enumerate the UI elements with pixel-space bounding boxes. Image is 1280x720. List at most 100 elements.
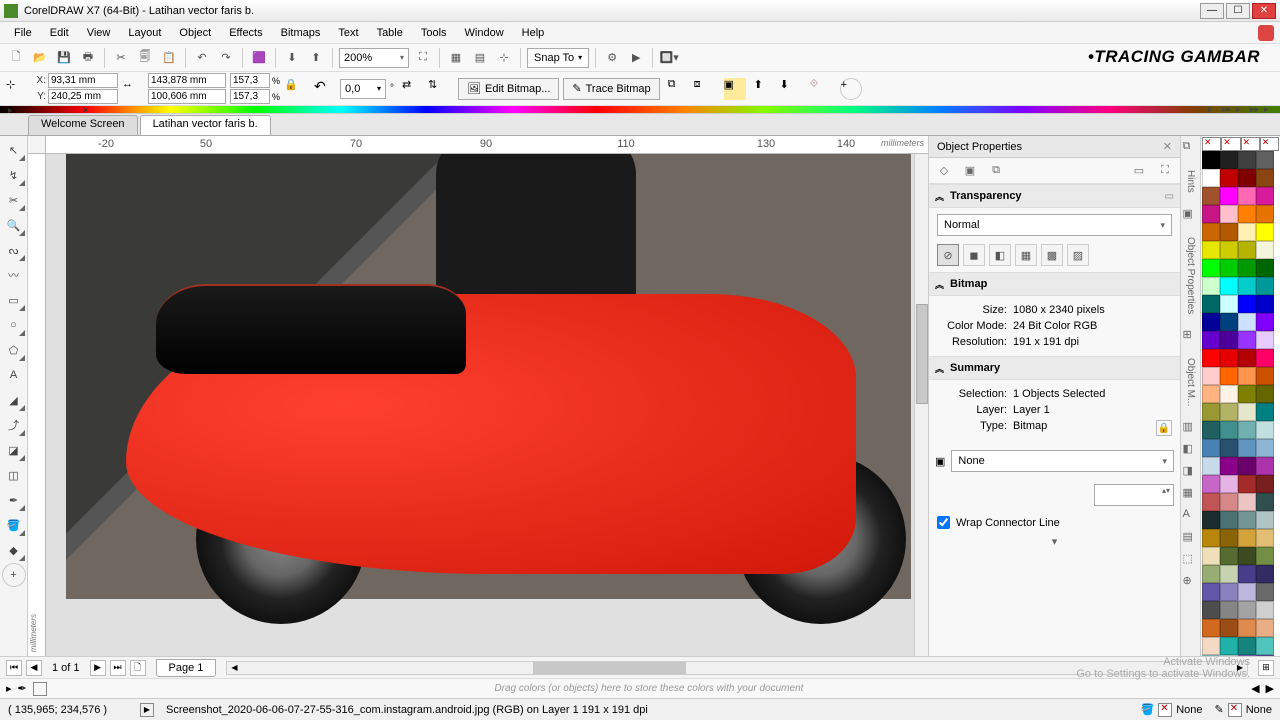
add-icon[interactable]: + bbox=[840, 78, 862, 100]
color-swatch[interactable] bbox=[1220, 295, 1238, 313]
lock-ratio-icon[interactable]: 🔒 bbox=[284, 78, 306, 100]
color-swatch[interactable] bbox=[1220, 313, 1238, 331]
color-swatch[interactable] bbox=[1256, 547, 1274, 565]
no-color-swatch[interactable] bbox=[33, 682, 47, 696]
color-swatch[interactable] bbox=[1256, 205, 1274, 223]
width-input[interactable] bbox=[148, 73, 226, 88]
color-swatch[interactable] bbox=[1202, 529, 1220, 547]
ellipse-tool-icon[interactable]: ○ bbox=[2, 313, 26, 337]
color-swatch[interactable] bbox=[1256, 259, 1274, 277]
color-swatch[interactable] bbox=[1202, 349, 1220, 367]
resample-icon[interactable]: ⧈ bbox=[694, 78, 716, 100]
first-page-icon[interactable]: ⏮ bbox=[6, 660, 22, 676]
color-swatch[interactable] bbox=[1220, 331, 1238, 349]
bitmap-image[interactable] bbox=[66, 154, 911, 599]
color-swatch[interactable] bbox=[1238, 457, 1256, 475]
color-swatch[interactable] bbox=[1220, 421, 1238, 439]
color-swatch[interactable] bbox=[1220, 565, 1238, 583]
color-swatch[interactable] bbox=[1220, 385, 1238, 403]
prev-page-icon[interactable]: ◀ bbox=[26, 660, 42, 676]
panel-opts-icon[interactable]: ▭ bbox=[1130, 162, 1148, 180]
menu-text[interactable]: Text bbox=[330, 25, 366, 41]
color-swatch[interactable] bbox=[1238, 205, 1256, 223]
drop-shadow-icon[interactable]: ◪ bbox=[2, 438, 26, 462]
pattern-transparency-icon[interactable]: ▦ bbox=[1015, 244, 1037, 266]
color-swatch[interactable] bbox=[1256, 169, 1274, 187]
color-swatch[interactable] bbox=[1238, 601, 1256, 619]
expand-panel-icon[interactable]: ▾ bbox=[929, 533, 1180, 550]
no-transparency-icon[interactable]: ⊘ bbox=[937, 244, 959, 266]
color-swatch[interactable] bbox=[1202, 241, 1220, 259]
page-tab[interactable]: Page 1 bbox=[156, 659, 217, 677]
color-swatch[interactable] bbox=[1256, 583, 1274, 601]
color-swatch[interactable] bbox=[1220, 439, 1238, 457]
color-swatch[interactable] bbox=[1202, 547, 1220, 565]
wrap-connector-checkbox[interactable] bbox=[937, 516, 950, 529]
fullscreen-icon[interactable]: ⛶ bbox=[413, 48, 433, 68]
color-swatch[interactable] bbox=[1256, 421, 1274, 439]
color-swatch[interactable] bbox=[1256, 367, 1274, 385]
section-menu-icon[interactable]: ▭ bbox=[1165, 191, 1174, 202]
menu-bitmaps[interactable]: Bitmaps bbox=[273, 25, 329, 41]
color-swatch[interactable] bbox=[1202, 457, 1220, 475]
height-input[interactable] bbox=[148, 89, 226, 104]
texture-transparency-icon[interactable]: ▨ bbox=[1067, 244, 1089, 266]
order-front-icon[interactable]: ⬆ bbox=[754, 78, 776, 100]
color-swatch[interactable] bbox=[1238, 349, 1256, 367]
color-swatch[interactable] bbox=[1238, 475, 1256, 493]
color-swatch[interactable] bbox=[1220, 601, 1238, 619]
color-swatch[interactable] bbox=[1256, 313, 1274, 331]
color-swatch[interactable] bbox=[1202, 619, 1220, 637]
color-swatch[interactable] bbox=[1202, 367, 1220, 385]
collapse-icon[interactable]: ︽ bbox=[935, 190, 944, 203]
palette-nav-left-icon[interactable]: ▸ bbox=[8, 105, 18, 115]
color-swatch[interactable] bbox=[1202, 277, 1220, 295]
canvas[interactable] bbox=[46, 154, 928, 656]
color-swatch[interactable] bbox=[1256, 331, 1274, 349]
interactive-fill-icon[interactable]: 🪣 bbox=[2, 513, 26, 537]
color-swatch[interactable] bbox=[1238, 187, 1256, 205]
copy-icon[interactable]: 🗐 bbox=[135, 48, 155, 68]
zoom-tool-icon[interactable]: 🔍 bbox=[2, 213, 26, 237]
docker-icon[interactable]: ▣ bbox=[1183, 207, 1199, 223]
color-swatch[interactable] bbox=[1238, 637, 1256, 655]
color-swatch[interactable] bbox=[1256, 601, 1274, 619]
scrollbar-thumb[interactable] bbox=[533, 662, 686, 674]
smart-fill-icon[interactable]: ◆ bbox=[2, 538, 26, 562]
color-swatch[interactable] bbox=[1220, 187, 1238, 205]
color-swatch[interactable] bbox=[1238, 367, 1256, 385]
color-swatch[interactable] bbox=[1256, 475, 1274, 493]
color-swatch[interactable] bbox=[1220, 583, 1238, 601]
docker-icon[interactable]: ⊞ bbox=[1183, 328, 1199, 344]
color-swatch[interactable] bbox=[1220, 457, 1238, 475]
color-swatch[interactable] bbox=[1256, 565, 1274, 583]
strip-nav-icon[interactable]: ▸ bbox=[1236, 104, 1248, 116]
color-swatch[interactable] bbox=[1202, 439, 1220, 457]
panel-expand-icon[interactable]: ⛶ bbox=[1156, 162, 1174, 180]
outline-tab-icon[interactable]: ◇ bbox=[935, 162, 953, 180]
undo-icon[interactable]: ↶ bbox=[192, 48, 212, 68]
no-fill-swatch[interactable] bbox=[1202, 137, 1221, 151]
add-page-icon[interactable]: 🗋 bbox=[130, 660, 146, 676]
docker-icon[interactable]: ⧉ bbox=[1183, 140, 1199, 156]
color-swatch[interactable] bbox=[1256, 637, 1274, 655]
docker-icon[interactable]: ⬚ bbox=[1183, 552, 1199, 568]
color-swatch[interactable] bbox=[1256, 277, 1274, 295]
tab-document[interactable]: Latihan vector faris b. bbox=[140, 115, 271, 135]
bitmap-transparency-icon[interactable]: ▩ bbox=[1041, 244, 1063, 266]
vertical-scrollbar[interactable] bbox=[914, 154, 928, 656]
quick-customize-icon[interactable]: + bbox=[2, 563, 26, 587]
palette-scroll-left-icon[interactable]: ◀ bbox=[1251, 682, 1259, 695]
search-icon[interactable]: 🟪 bbox=[249, 48, 269, 68]
crop-tool-icon[interactable]: ✂ bbox=[2, 188, 26, 212]
color-swatch[interactable] bbox=[1238, 385, 1256, 403]
color-swatch[interactable] bbox=[1238, 313, 1256, 331]
transparency-tool-icon[interactable]: ◫ bbox=[2, 463, 26, 487]
no-fill-swatch[interactable] bbox=[1241, 137, 1260, 151]
color-swatch[interactable] bbox=[1238, 223, 1256, 241]
trace-bitmap-button[interactable]: ✎Trace Bitmap bbox=[563, 78, 659, 100]
color-swatch[interactable] bbox=[1238, 619, 1256, 637]
palette-arrow-icon[interactable]: ▸ bbox=[6, 682, 12, 695]
menu-view[interactable]: View bbox=[79, 25, 119, 41]
vertical-ruler[interactable]: millimeters bbox=[28, 154, 46, 656]
